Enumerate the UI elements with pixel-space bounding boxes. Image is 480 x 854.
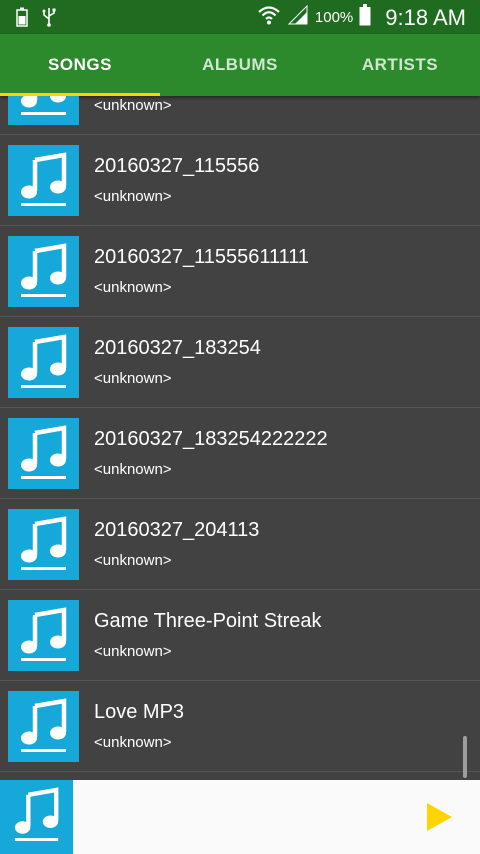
song-list[interactable]: <unknown> 20160327_115556 <unknown> 2016…	[0, 96, 480, 780]
song-artist: <unknown>	[94, 643, 172, 660]
battery-percent: 100%	[314, 9, 354, 26]
tab-artists[interactable]: ARTISTS	[320, 34, 480, 96]
song-title: 20160327_183254222222	[94, 428, 328, 450]
song-title: 20160327_115556	[94, 155, 260, 177]
song-artist: <unknown>	[94, 279, 172, 296]
song-title: 20160327_183254	[94, 337, 261, 359]
song-title: 20160327_204113	[94, 519, 260, 541]
song-artist: <unknown>	[94, 370, 172, 387]
song-title: 20160327_11555611111	[94, 246, 310, 268]
song-artist: <unknown>	[94, 734, 172, 751]
song-row[interactable]: 20160327_11555611111 <unknown>	[0, 226, 480, 317]
music-note-icon	[8, 327, 79, 398]
wifi-icon	[257, 4, 281, 31]
music-note-icon	[8, 236, 79, 307]
music-note-icon	[8, 418, 79, 489]
song-artist: <unknown>	[94, 188, 172, 205]
clock: 9:18 AM	[385, 4, 466, 30]
music-note-icon	[8, 96, 79, 125]
song-row[interactable]: 20160327_115556 <unknown>	[0, 135, 480, 226]
music-note-icon	[8, 145, 79, 216]
song-title: Love MP3	[94, 701, 185, 723]
now-playing-art	[0, 780, 73, 854]
scrollbar[interactable]	[463, 736, 467, 778]
music-note-icon	[8, 600, 79, 671]
signal-icon	[287, 4, 309, 31]
battery-icon	[359, 4, 371, 31]
status-bar: 100% 9:18 AM	[0, 0, 480, 34]
battery-saver-icon	[16, 7, 28, 32]
play-button[interactable]	[424, 802, 454, 832]
music-note-icon	[8, 509, 79, 580]
song-row[interactable]: 20160327_204113 <unknown>	[0, 499, 480, 590]
song-row[interactable]: 20160327_183254 <unknown>	[0, 317, 480, 408]
song-artist: <unknown>	[94, 461, 172, 478]
tab-albums[interactable]: ALBUMS	[160, 34, 320, 96]
music-note-icon	[8, 691, 79, 762]
song-artist: <unknown>	[94, 552, 172, 569]
play-icon	[427, 803, 452, 831]
song-row[interactable]: 20160327_183254222222 <unknown>	[0, 408, 480, 499]
mini-player[interactable]	[0, 780, 480, 854]
tab-songs[interactable]: SONGS	[0, 34, 160, 96]
song-title: Game Three-Point Streak	[94, 610, 322, 632]
song-row[interactable]: Game Three-Point Streak <unknown>	[0, 590, 480, 681]
song-row[interactable]: Love MP3 <unknown>	[0, 681, 480, 772]
usb-icon	[42, 7, 56, 32]
song-artist: <unknown>	[94, 97, 172, 114]
music-note-icon	[12, 784, 62, 851]
song-row[interactable]: <unknown>	[0, 96, 480, 135]
tab-bar: SONGS ALBUMS ARTISTS	[0, 34, 480, 96]
